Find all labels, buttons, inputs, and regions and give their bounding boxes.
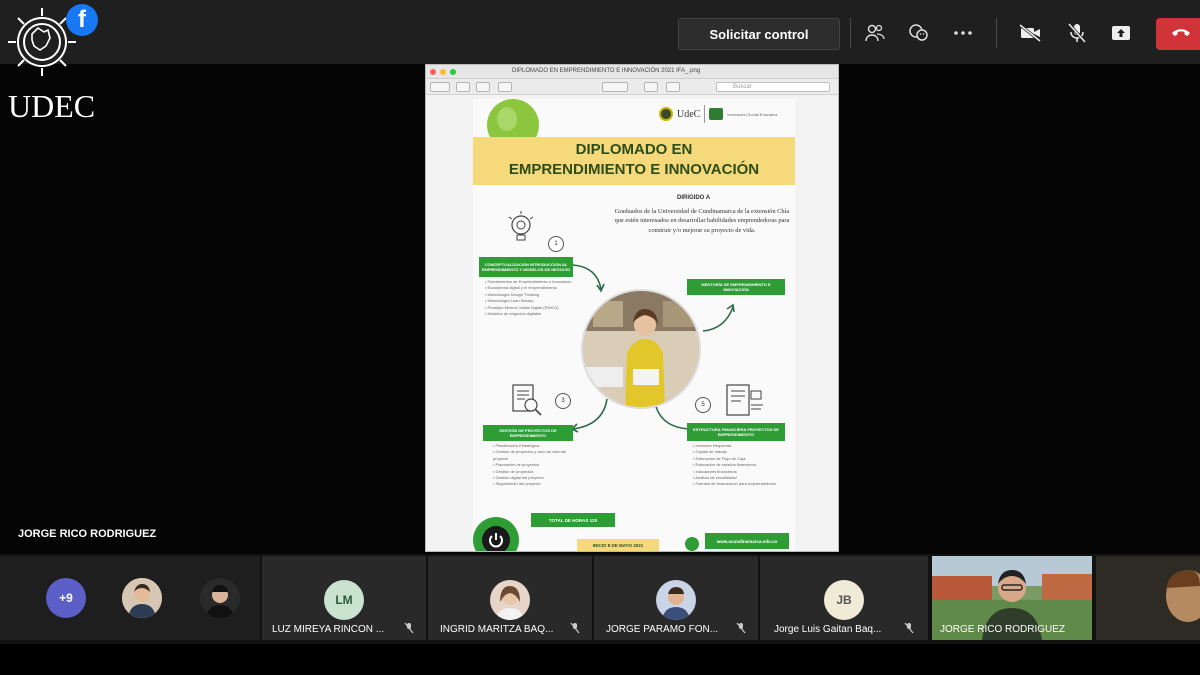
logo-divider: [704, 105, 706, 123]
facebook-icon[interactable]: f: [66, 4, 98, 36]
dirigido-text: Graduados de la Universidad de Cundinama…: [614, 208, 790, 234]
cycle-arrow-icon: [702, 303, 735, 332]
overflow-participants-tile[interactable]: +9: [0, 556, 260, 640]
share-window-titlebar: DIPLOMADO EN EMPRENDIMIENTO E INNOVACIÓN…: [426, 65, 838, 79]
hang-up-button[interactable]: [1156, 18, 1200, 50]
share-window-title: DIPLOMADO EN EMPRENDIMIENTO E INNOVACIÓN…: [512, 68, 701, 74]
module-3-box: GESTIÓN DE PROYECTOS DE EMPRENDIMIENTO: [483, 425, 573, 441]
participant-video-tile[interactable]: [1096, 556, 1200, 640]
mic-off-icon[interactable]: [1064, 20, 1090, 46]
udec-poster-logo-icon: [659, 107, 673, 121]
overflow-count-badge[interactable]: +9: [46, 578, 86, 618]
lightbulb-gear-icon: [508, 211, 534, 241]
presenter-name-label: JORGE RICO RODRIGUEZ: [18, 528, 157, 540]
module-1-list: Fundamentos de Emprendimiento e Innovaci…: [485, 279, 577, 317]
list-item: Fuentes de financiación para emprendedor…: [693, 481, 787, 487]
mic-muted-icon: [736, 622, 746, 637]
share-button[interactable]: [498, 82, 512, 92]
start-date-badge: INICIO 8 DE MAYO 2021: [577, 539, 659, 551]
poster-title-line1: DIPLOMADO EN: [575, 141, 693, 158]
request-control-button[interactable]: Solicitar control: [678, 18, 840, 50]
avatar: JB: [824, 580, 864, 620]
bottom-bar: [0, 644, 1200, 675]
diplomado-poster: UdeC Innovación Social Educativa DIPLOMA…: [473, 99, 795, 551]
close-window-icon[interactable]: [430, 69, 436, 75]
list-item: Seguimiento del proyecto: [493, 481, 581, 487]
avatar: LM: [324, 580, 364, 620]
poster-title-line2: EMPRENDIMIENTO E INNOVACIÓN: [508, 161, 760, 178]
cycle-arrow-icon: [570, 398, 608, 433]
zoom-out-button[interactable]: [456, 82, 470, 92]
sidebar-toggle-button[interactable]: [430, 82, 450, 92]
module-number-5: 5: [695, 397, 711, 413]
shared-screen-window[interactable]: DIPLOMADO EN EMPRENDIMIENTO E INNOVACIÓN…: [425, 64, 839, 552]
power-icon: [473, 517, 519, 551]
website-badge: www.ucundinamarca.edu.co: [705, 533, 789, 549]
people-icon[interactable]: [862, 20, 888, 46]
zoom-in-button[interactable]: [476, 82, 490, 92]
zoom-window-icon[interactable]: [450, 69, 456, 75]
module-number-1: 1: [548, 236, 564, 252]
financial-document-icon: [726, 384, 763, 416]
mic-muted-icon: [404, 622, 414, 637]
module-3-list: Planificación Estratégica Gestión de pro…: [493, 443, 581, 488]
avatar: [656, 580, 696, 620]
module-4-list: Inversión Requerida Capital de trabajo E…: [693, 443, 787, 488]
innovation-logo-icon: [709, 108, 724, 120]
udec-watermark-logo: f UDEC: [6, 2, 102, 124]
hang-up-icon: [1170, 25, 1192, 43]
participant-name: JORGE RICO RODRIGUEZ: [940, 624, 1066, 635]
participant-name: JORGE PARAMO FON...: [606, 624, 719, 635]
mic-muted-icon: [904, 622, 914, 637]
cycle-arrow-icon: [572, 264, 605, 293]
share-tray-icon[interactable]: [1108, 20, 1134, 46]
student-photo: [581, 289, 701, 409]
poster-logos: UdeC Innovación Social Educativa: [659, 105, 777, 123]
markup-button[interactable]: [602, 82, 628, 92]
participant-name: Jorge Luis Gaitan Baq...: [774, 624, 882, 635]
module-1-box: CONCEPTUALIZACIÓN INTRODUCCIÓN AL EMPREN…: [479, 257, 573, 277]
total-hours-badge: TOTAL DE HORAS 120: [531, 513, 615, 527]
list-item: Modelos de negocios digitales: [485, 311, 577, 317]
dot-decoration: [685, 537, 699, 551]
module-4-box: ESTRUCTURA FINANCIERA PROYECTOS DE EMPRE…: [687, 423, 785, 441]
document-search-icon: [512, 384, 542, 416]
avatar: [490, 580, 530, 620]
avatar[interactable]: [122, 578, 162, 618]
image-viewer-toolbar: Buscar: [426, 79, 838, 95]
viewer-search-input[interactable]: Buscar: [716, 82, 830, 92]
rotate-button[interactable]: [644, 82, 658, 92]
module-number-3: 3: [555, 393, 571, 409]
participant-name: LUZ MIREYA RINCON ...: [272, 624, 385, 635]
avatar[interactable]: [200, 578, 240, 618]
meeting-toolbar: Solicitar control: [0, 0, 1200, 64]
more-icon[interactable]: [950, 20, 976, 46]
reactions-icon[interactable]: [906, 20, 932, 46]
participant-name: INGRID MARITZA BAQ...: [440, 624, 554, 635]
list-item: Gestión de proyectos y ciclo de vida del…: [493, 449, 581, 462]
dirigido-heading: DIRIGIDO A: [677, 195, 711, 201]
minimize-window-icon[interactable]: [440, 69, 446, 75]
poster-logo-sub: Innovación Social Educativa: [727, 111, 778, 117]
logo-text: UDEC: [8, 88, 96, 124]
toolbar-divider: [850, 18, 851, 48]
poster-logo-name: UdeC: [677, 108, 701, 120]
camera-off-icon[interactable]: [1018, 20, 1044, 46]
mic-muted-icon: [570, 622, 580, 637]
module-2-box: MENTORÍA DE EMPRENDIMIENTO E INNOVACIÓN: [687, 279, 785, 295]
participant-video: [1096, 556, 1200, 640]
annotate-button[interactable]: [666, 82, 680, 92]
toolbar-divider: [996, 18, 997, 48]
